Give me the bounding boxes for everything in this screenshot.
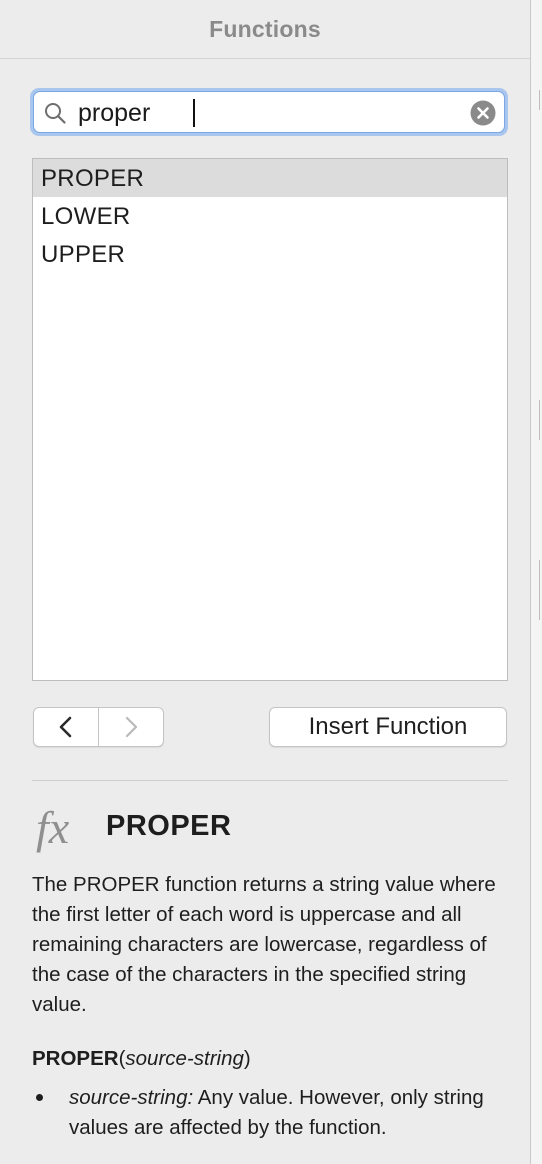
function-syntax: PROPER(source-string): [32, 1047, 251, 1071]
search-field-focus-ring: [30, 88, 508, 136]
argument-description: source-string: Any value. However, only …: [69, 1083, 509, 1143]
back-button[interactable]: [34, 708, 99, 746]
syntax-close-paren: ): [243, 1047, 251, 1070]
list-item-lower[interactable]: LOWER: [33, 197, 507, 235]
forward-button[interactable]: [99, 708, 163, 746]
list-item-proper[interactable]: PROPER: [33, 159, 507, 197]
list-item-upper[interactable]: UPPER: [33, 235, 507, 273]
chevron-right-icon: [125, 716, 138, 738]
fx-icon: fx: [36, 802, 70, 853]
function-description: The PROPER function returns a string val…: [32, 873, 496, 1016]
syntax-function-name: PROPER: [32, 1047, 119, 1070]
chevron-left-icon: [59, 716, 72, 738]
functions-panel: Functions PROPER LOWER UPPER: [0, 0, 530, 1164]
edge-mark: [539, 90, 540, 110]
insert-function-button[interactable]: Insert Function: [269, 707, 507, 747]
function-name-heading: PROPER: [106, 810, 232, 842]
argument-term: source-string:: [69, 1086, 194, 1109]
panel-title: Functions: [209, 15, 321, 42]
search-icon: [45, 103, 66, 124]
edge-mark: [539, 400, 540, 440]
clear-icon[interactable]: [470, 100, 496, 126]
panel-header: Functions: [0, 0, 530, 59]
search-input[interactable]: [78, 95, 458, 131]
function-results-list: PROPER LOWER UPPER: [32, 158, 508, 681]
section-divider: [32, 780, 508, 781]
edge-mark: [539, 560, 540, 620]
adjacent-window-edge: [530, 0, 542, 1164]
history-navigation: [33, 707, 164, 747]
bullet-icon: [36, 1094, 43, 1101]
search-field[interactable]: [33, 91, 505, 133]
text-caret: [193, 99, 195, 127]
syntax-argument: source-string: [125, 1047, 244, 1070]
